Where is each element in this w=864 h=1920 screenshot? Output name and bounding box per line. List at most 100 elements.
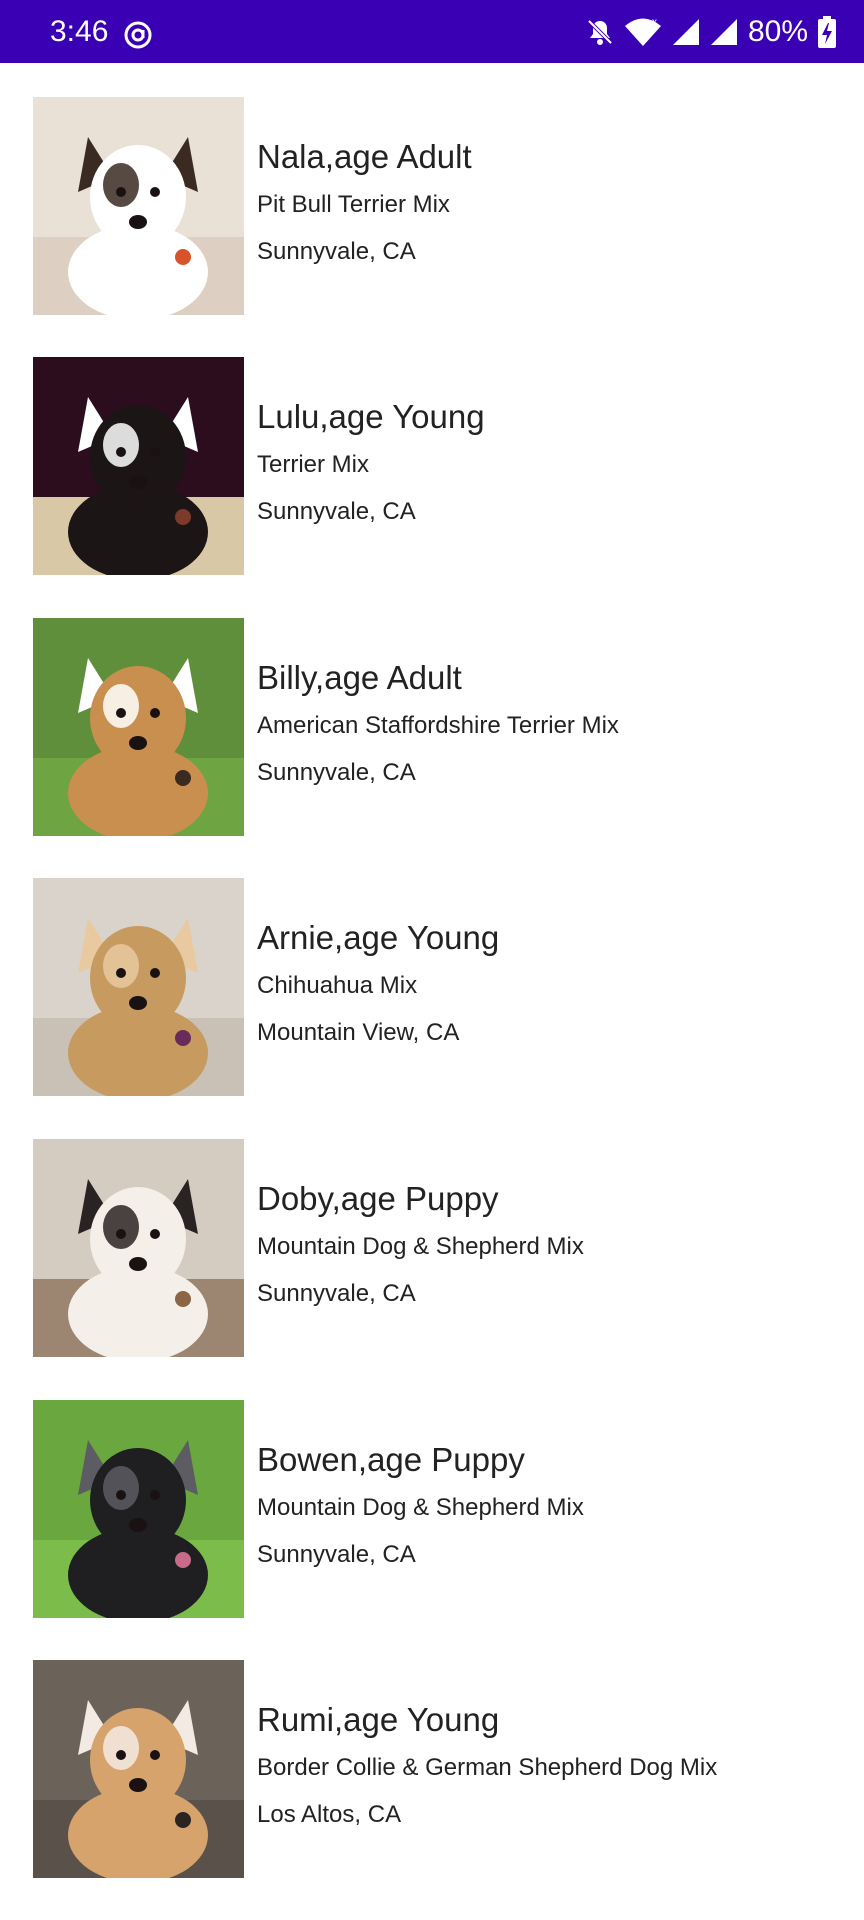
- dog-eye-right: [150, 968, 160, 978]
- dog-head-patch: [103, 944, 139, 988]
- dog-eye-left: [116, 708, 126, 718]
- dog-head-patch: [103, 163, 139, 207]
- pet-breed: Mountain Dog & Shepherd Mix: [257, 1233, 584, 1260]
- pet-list-item[interactable]: Doby,age Puppy Mountain Dog & Shepherd M…: [0, 1139, 864, 1399]
- photo-accent: [175, 1030, 191, 1046]
- dog-head: [90, 926, 186, 1030]
- pet-list-item[interactable]: Lulu,age Young Terrier Mix Sunnyvale, CA: [0, 357, 864, 617]
- dog-eye-left: [116, 1490, 126, 1500]
- pet-photo: [33, 1139, 244, 1357]
- battery-percent: 80%: [747, 15, 808, 48]
- pet-info: Billy,age Adult American Staffordshire T…: [257, 658, 844, 788]
- pet-breed: Terrier Mix: [257, 451, 369, 478]
- pet-title: Rumi,age Young: [257, 1701, 500, 1738]
- pet-location: Sunnyvale, CA: [257, 498, 416, 525]
- dog-head: [90, 1708, 186, 1812]
- status-icons: x 80%: [586, 14, 836, 50]
- pet-info: Rumi,age Young Border Collie & German Sh…: [257, 1700, 844, 1830]
- signal-icon: [672, 18, 700, 46]
- pet-location: Los Altos, CA: [257, 1801, 402, 1828]
- svg-text:x: x: [652, 17, 657, 28]
- dog-eye-right: [150, 187, 160, 197]
- pet-list-item[interactable]: Arnie,age Young Chihuahua Mix Mountain V…: [0, 878, 864, 1138]
- wifi-icon: x: [624, 17, 662, 47]
- dog-nose: [129, 475, 147, 489]
- dog-head: [90, 145, 186, 249]
- pet-photo: [33, 878, 244, 1096]
- pet-title: Nala,age Adult: [257, 138, 472, 175]
- dog-nose: [129, 996, 147, 1010]
- dog-head: [90, 1448, 186, 1552]
- photo-accent: [175, 1291, 191, 1307]
- pet-list-item[interactable]: Rumi,age Young Border Collie & German Sh…: [0, 1660, 864, 1920]
- pet-breed: Mountain Dog & Shepherd Mix: [257, 1494, 584, 1521]
- dog-head: [90, 1187, 186, 1291]
- pet-info: Nala,age Adult Pit Bull Terrier Mix Sunn…: [257, 137, 844, 267]
- pet-list-item[interactable]: Billy,age Adult American Staffordshire T…: [0, 618, 864, 878]
- pet-title: Arnie,age Young: [257, 919, 500, 956]
- status-time: 3:46: [50, 15, 109, 48]
- pet-list-item[interactable]: Bowen,age Puppy Mountain Dog & Shepherd …: [0, 1400, 864, 1660]
- pet-info: Lulu,age Young Terrier Mix Sunnyvale, CA: [257, 397, 844, 527]
- status-bar: 3:46 x 80%: [0, 0, 864, 63]
- dog-eye-right: [150, 1750, 160, 1760]
- dog-eye-left: [116, 968, 126, 978]
- pet-photo: [33, 97, 244, 315]
- pet-photo: [33, 1400, 244, 1618]
- signal-icon: [710, 18, 738, 46]
- dog-nose: [129, 1518, 147, 1532]
- dog-photo-graphic: [33, 357, 244, 575]
- pet-location: Sunnyvale, CA: [257, 1280, 416, 1307]
- pet-title: Doby,age Puppy: [257, 1180, 499, 1217]
- dog-photo-graphic: [33, 1139, 244, 1357]
- pet-photo: [33, 618, 244, 836]
- dog-photo-graphic: [33, 618, 244, 836]
- dog-head: [90, 666, 186, 770]
- dog-head-patch: [103, 1726, 139, 1770]
- dog-eye-right: [150, 1490, 160, 1500]
- at-sign-icon: [123, 20, 153, 50]
- dog-head-patch: [103, 1205, 139, 1249]
- dog-eye-right: [150, 708, 160, 718]
- photo-accent: [175, 509, 191, 525]
- photo-accent: [175, 1812, 191, 1828]
- dog-eye-left: [116, 1229, 126, 1239]
- pet-location: Sunnyvale, CA: [257, 759, 416, 786]
- dog-photo-graphic: [33, 97, 244, 315]
- photo-accent: [175, 249, 191, 265]
- pet-breed: Border Collie & German Shepherd Dog Mix: [257, 1754, 718, 1781]
- pet-info: Arnie,age Young Chihuahua Mix Mountain V…: [257, 918, 844, 1048]
- photo-accent: [175, 770, 191, 786]
- dog-photo-graphic: [33, 878, 244, 1096]
- dog-head-patch: [103, 1466, 139, 1510]
- dog-nose: [129, 736, 147, 750]
- dog-eye-left: [116, 1750, 126, 1760]
- pet-location: Sunnyvale, CA: [257, 238, 416, 265]
- dog-nose: [129, 215, 147, 229]
- dog-head: [90, 405, 186, 509]
- pet-location: Sunnyvale, CA: [257, 1541, 416, 1568]
- pet-list-item[interactable]: Nala,age Adult Pit Bull Terrier Mix Sunn…: [0, 97, 864, 357]
- pet-breed: Chihuahua Mix: [257, 972, 418, 999]
- pet-photo: [33, 357, 244, 575]
- pet-photo: [33, 1660, 244, 1878]
- dog-eye-left: [116, 447, 126, 457]
- dog-eye-right: [150, 447, 160, 457]
- pet-info: Bowen,age Puppy Mountain Dog & Shepherd …: [257, 1440, 844, 1570]
- dog-head-patch: [103, 423, 139, 467]
- pet-title: Billy,age Adult: [257, 659, 462, 696]
- pet-breed: Pit Bull Terrier Mix: [257, 191, 450, 218]
- dog-eye-right: [150, 1229, 160, 1239]
- dog-head-patch: [103, 684, 139, 728]
- dog-eye-left: [116, 187, 126, 197]
- pet-title: Bowen,age Puppy: [257, 1441, 525, 1478]
- dog-nose: [129, 1778, 147, 1792]
- dog-photo-graphic: [33, 1400, 244, 1618]
- photo-accent: [175, 1552, 191, 1568]
- battery-charging-icon: [818, 16, 836, 48]
- dog-photo-graphic: [33, 1660, 244, 1878]
- dog-nose: [129, 1257, 147, 1271]
- bell-off-icon: [586, 18, 614, 46]
- pet-location: Mountain View, CA: [257, 1019, 460, 1046]
- pet-info: Doby,age Puppy Mountain Dog & Shepherd M…: [257, 1179, 844, 1309]
